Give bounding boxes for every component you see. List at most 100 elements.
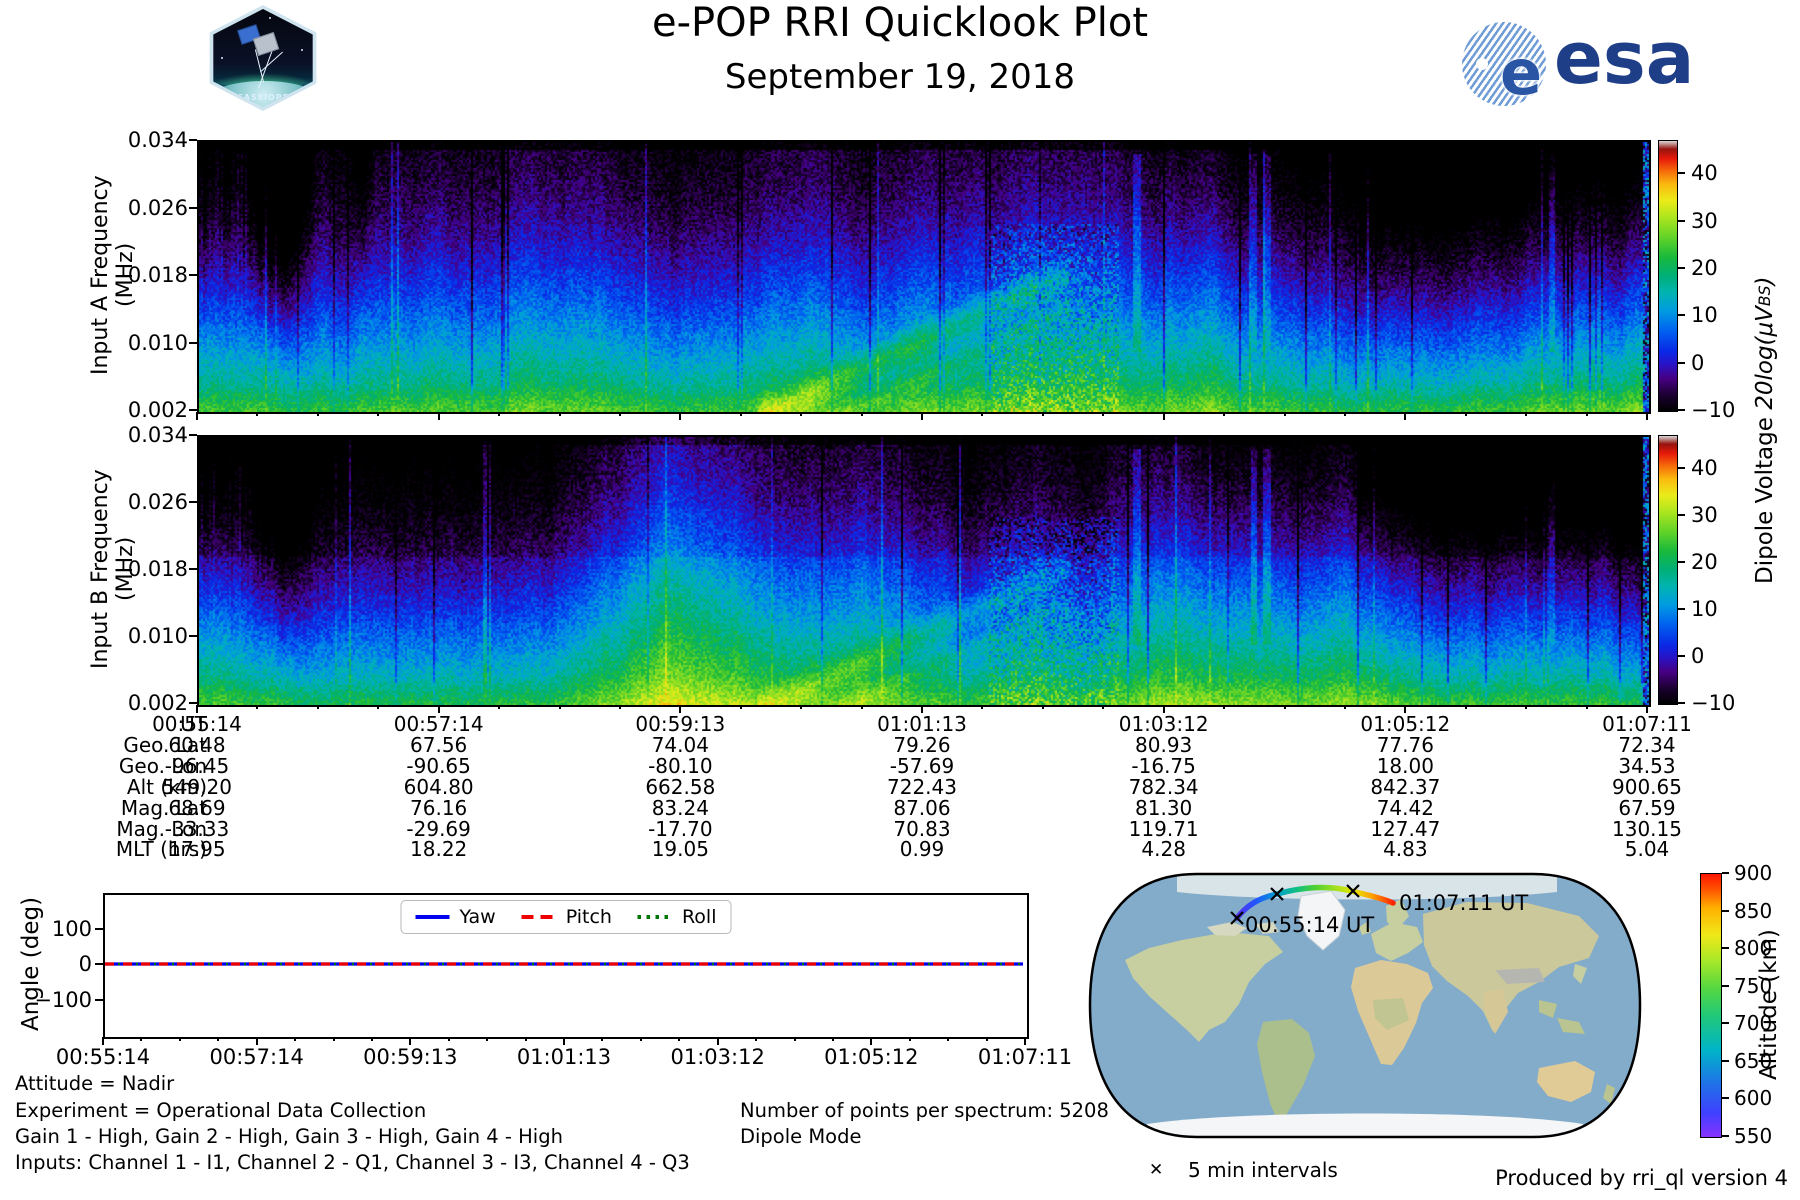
legend-entry-yaw: Yaw — [416, 906, 496, 928]
time-tick-major — [679, 705, 681, 713]
cbar-tick-label: 20 — [1691, 256, 1718, 280]
time-tick-minor — [1586, 705, 1588, 709]
altitude-colorbar — [1700, 873, 1722, 1138]
altbar-tick-label: 600 — [1734, 1086, 1772, 1110]
time-tick-minor — [981, 412, 983, 416]
time-tick-minor — [1465, 705, 1467, 709]
points-line: Number of points per spectrum: 5208 — [740, 1099, 1109, 1122]
time-tick-major — [1163, 705, 1165, 713]
time-tick-minor — [256, 705, 258, 709]
angle-xtick-label: 01:03:12 — [638, 1045, 798, 1069]
figure: e-POP RRI Quicklook Plot September 19, 2… — [0, 0, 1800, 1200]
time-tick-major — [1404, 705, 1406, 713]
angle-ytick-mark — [95, 999, 103, 1001]
cbar-tick-label: 40 — [1691, 161, 1718, 185]
cbar-tick-mark — [1678, 314, 1685, 316]
interval-legend-text: 5 min intervals — [1188, 1158, 1338, 1182]
angle-xtick-minor — [755, 1037, 757, 1041]
colorbar-a — [1658, 140, 1678, 412]
angle-xtick-minor — [179, 1037, 181, 1041]
time-tick-major — [196, 412, 198, 420]
angle-plot: YawPitchRoll — [103, 893, 1029, 1039]
freq-tick-label: 0.002 — [108, 398, 188, 422]
cbar-tick-label: 10 — [1691, 303, 1718, 327]
freq-tick-mark — [189, 702, 197, 704]
gain-line: Gain 1 - High, Gain 2 - High, Gain 3 - H… — [15, 1125, 563, 1148]
time-tick-major — [438, 412, 440, 420]
time-tick-minor — [256, 412, 258, 416]
esa-globe-dot — [1476, 58, 1488, 70]
altbar-tick-mark — [1722, 872, 1729, 874]
cbar-tick-label: −10 — [1691, 398, 1735, 422]
spectrogram-b — [197, 435, 1651, 707]
track-end-label: 01:07:11 UT — [1399, 891, 1528, 915]
angle-xtick-minor — [601, 1037, 603, 1041]
freq-tick-mark — [189, 139, 197, 141]
freq-tick-mark — [189, 568, 197, 570]
roll-line-swatch — [638, 915, 672, 919]
angle-xtick-minor — [371, 1037, 373, 1041]
ephemeris-cell: 4.28 — [1042, 837, 1286, 861]
attitude-line: Attitude = Nadir — [15, 1072, 174, 1095]
time-tick-major — [1163, 412, 1165, 420]
spectrogram-a — [197, 140, 1651, 414]
cbar-tick-mark — [1678, 467, 1685, 469]
angle-xtick-minor — [525, 1037, 527, 1041]
angle-xtick-label: 01:01:13 — [484, 1045, 644, 1069]
cbar-tick-label: 20 — [1691, 550, 1718, 574]
time-tick-minor — [377, 412, 379, 416]
time-tick-minor — [1465, 412, 1467, 416]
altbar-tick-label: 700 — [1734, 1011, 1772, 1035]
freq-tick-label: 0.002 — [108, 691, 188, 715]
freq-tick-label: 0.010 — [108, 624, 188, 648]
cbar-tick-mark — [1678, 561, 1685, 563]
altbar-tick-mark — [1722, 1135, 1729, 1137]
freq-tick-mark — [189, 434, 197, 436]
freq-tick-mark — [189, 207, 197, 209]
cbar-tick-label: 0 — [1691, 351, 1704, 375]
mode-line: Dipole Mode — [740, 1125, 862, 1148]
angle-xtick-minor — [448, 1037, 450, 1041]
freq-tick-mark — [189, 342, 197, 344]
cbar-tick-mark — [1678, 267, 1685, 269]
altbar-tick-mark — [1722, 910, 1729, 912]
ephemeris-cell: 17.95 — [75, 837, 319, 861]
angle-xtick-major — [870, 1037, 872, 1045]
freq-tick-label: 0.018 — [108, 263, 188, 287]
time-tick-minor — [1223, 705, 1225, 709]
freq-tick-mark — [189, 501, 197, 503]
angle-legend: YawPitchRoll — [401, 900, 732, 934]
cbar-tick-mark — [1678, 702, 1685, 704]
time-tick-minor — [619, 412, 621, 416]
angle-xtick-minor — [909, 1037, 911, 1041]
time-tick-minor — [861, 705, 863, 709]
colorbar-label: Dipole Voltage 20log(μVBS) — [1752, 150, 1778, 710]
pitch-line-swatch — [522, 915, 556, 919]
freq-tick-label: 0.034 — [108, 423, 188, 447]
time-tick-minor — [1102, 412, 1104, 416]
altbar-tick-mark — [1722, 1097, 1729, 1099]
legend-entry-pitch: Pitch — [522, 906, 612, 928]
angle-xtick-minor — [986, 1037, 988, 1041]
produced-by-text: Produced by rri_ql version 4 — [1495, 1166, 1788, 1190]
time-tick-major — [1404, 412, 1406, 420]
cbar-tick-mark — [1678, 655, 1685, 657]
altbar-tick-label: 800 — [1734, 936, 1772, 960]
angle-xtick-major — [1024, 1037, 1026, 1045]
time-tick-minor — [800, 412, 802, 416]
time-tick-major — [438, 705, 440, 713]
angle-xtick-label: 00:57:14 — [177, 1045, 337, 1069]
ephemeris-cell: 18.22 — [317, 837, 561, 861]
ephemeris-cell: 5.04 — [1525, 837, 1769, 861]
time-tick-major — [679, 412, 681, 420]
altbar-tick-label: 750 — [1734, 974, 1772, 998]
legend-label: Yaw — [460, 906, 496, 928]
time-tick-minor — [1525, 412, 1527, 416]
time-tick-minor — [1344, 705, 1346, 709]
angle-xtick-minor — [217, 1037, 219, 1041]
freq-tick-label: 0.010 — [108, 331, 188, 355]
time-tick-minor — [740, 705, 742, 709]
freq-tick-label: 0.026 — [108, 196, 188, 220]
freq-tick-label: 0.034 — [108, 128, 188, 152]
freq-tick-label: 0.026 — [108, 490, 188, 514]
